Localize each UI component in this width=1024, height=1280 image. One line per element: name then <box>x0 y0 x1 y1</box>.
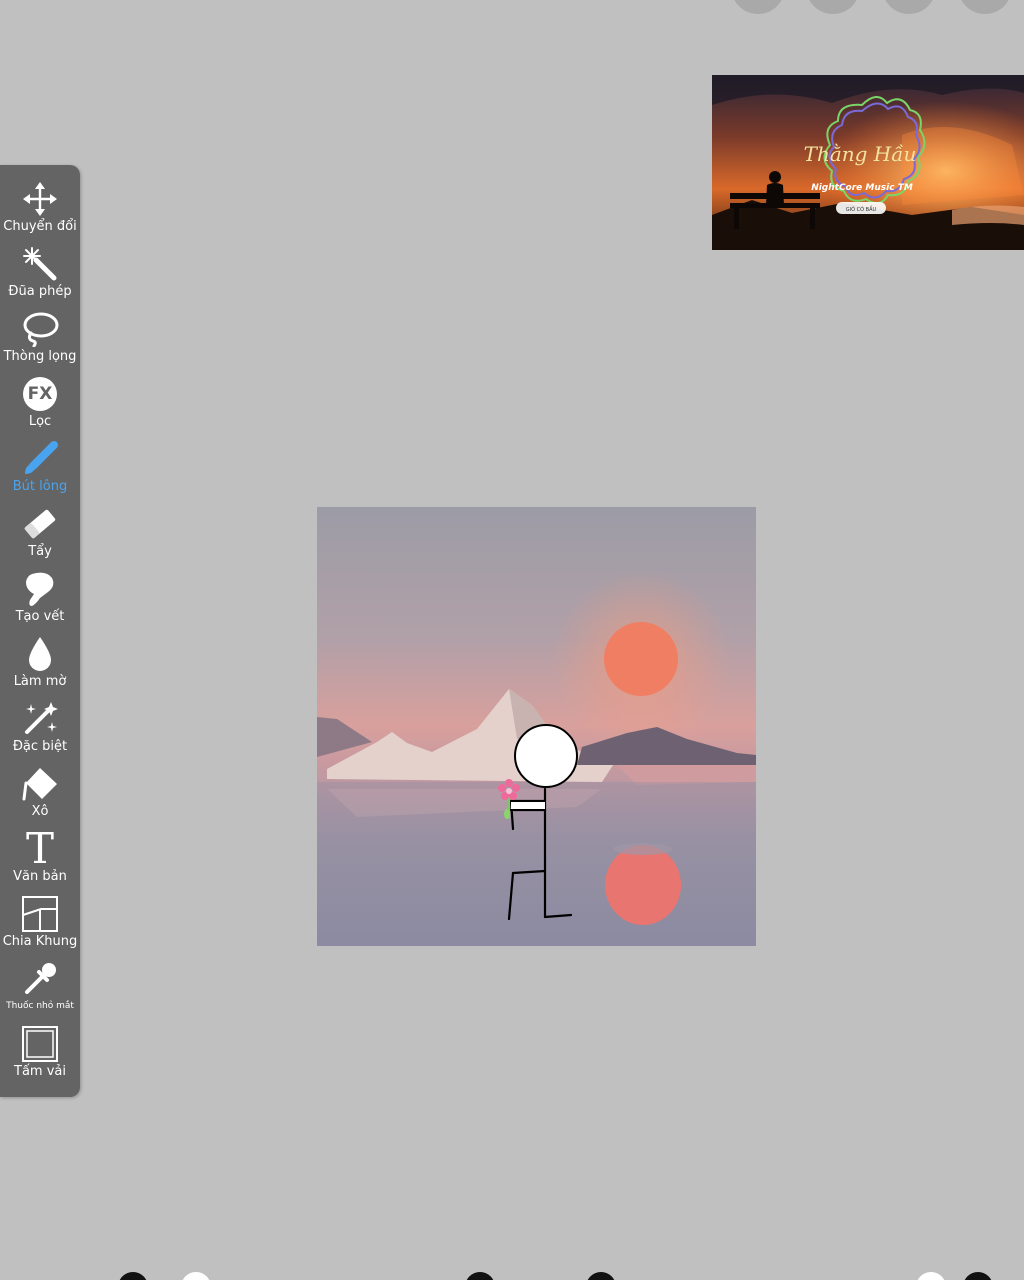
tool-blur[interactable]: Làm mờ <box>0 634 80 698</box>
bottom-button-2[interactable] <box>181 1272 211 1280</box>
tool-canvas[interactable]: Tấm vải <box>0 1024 80 1088</box>
tool-eraser[interactable]: Tẩy <box>0 504 80 568</box>
tool-label: Tạo vết <box>15 609 65 624</box>
tool-label: Thòng lọng <box>3 349 77 364</box>
top-button-1[interactable] <box>731 0 785 14</box>
reference-title: Thằng Hầu <box>804 142 917 166</box>
magic-wand-icon <box>20 244 60 284</box>
top-button-3[interactable] <box>882 0 936 14</box>
tool-text[interactable]: T Văn bản <box>0 824 80 893</box>
tool-label: Chia Khung <box>2 934 78 949</box>
eraser-icon <box>20 504 60 544</box>
tool-filter[interactable]: FX Lọc <box>0 374 80 438</box>
top-button-2[interactable] <box>806 0 860 14</box>
tool-label: Lọc <box>28 414 52 429</box>
tool-label: Tấm vải <box>14 1064 66 1079</box>
tool-label: Làm mờ <box>13 674 67 689</box>
top-button-4[interactable] <box>958 0 1012 14</box>
move-icon <box>20 179 60 219</box>
tool-label: Văn bản <box>13 869 67 884</box>
reference-image[interactable]: Thằng Hầu NightCore Music TM GIÓ CÓ BẦU <box>712 75 1024 250</box>
bottom-button-3[interactable] <box>465 1272 495 1280</box>
reference-subtitle: NightCore Music TM <box>811 183 913 193</box>
tool-transform[interactable]: Chuyển đổi <box>0 179 80 243</box>
tool-brush[interactable]: Bút lông <box>0 439 80 503</box>
tool-eyedropper[interactable]: Thuốc nhỏ mắt <box>0 959 80 1023</box>
bottom-button-4[interactable] <box>586 1272 616 1280</box>
bottom-button-6[interactable] <box>963 1272 993 1280</box>
drawing-canvas[interactable] <box>317 507 756 946</box>
tool-lasso[interactable]: Thòng lọng <box>0 309 80 373</box>
reference-tag: GIÓ CÓ BẦU <box>846 205 877 213</box>
tool-magic-wand[interactable]: Đũa phép <box>0 244 80 308</box>
tool-label: Thuốc nhỏ mắt <box>6 1001 74 1011</box>
tool-frame-divider[interactable]: Chia Khung <box>0 894 80 958</box>
tool-label: Chuyển đổi <box>3 219 77 234</box>
frame-divider-icon <box>20 894 60 934</box>
tool-label: Tẩy <box>28 544 52 559</box>
tool-bucket[interactable]: Xô <box>0 764 80 828</box>
bucket-icon <box>20 764 60 804</box>
tool-special[interactable]: Đặc biệt <box>0 699 80 763</box>
tool-sidebar: Chuyển đổi Đũa phép Thòng lọng FX Lọc Bú… <box>0 165 80 1097</box>
tool-label: Bút lông <box>12 479 68 494</box>
tool-smudge[interactable]: Tạo vết <box>0 569 80 633</box>
brush-icon <box>20 439 60 479</box>
blur-drop-icon <box>20 634 60 674</box>
app-stage: Chuyển đổi Đũa phép Thòng lọng FX Lọc Bú… <box>0 0 1024 1280</box>
eyedropper-icon <box>20 959 60 999</box>
tool-label: Đũa phép <box>8 284 72 299</box>
tool-label: Đặc biệt <box>12 739 68 754</box>
text-icon: T <box>25 824 54 873</box>
smudge-icon <box>20 569 60 609</box>
special-sparkle-icon <box>20 699 60 739</box>
bottom-button-5[interactable] <box>916 1272 946 1280</box>
lasso-icon <box>20 309 60 349</box>
canvas-icon <box>20 1024 60 1064</box>
fx-icon: FX <box>20 374 60 414</box>
bottom-button-1[interactable] <box>118 1272 148 1280</box>
tool-label: Xô <box>31 804 49 819</box>
